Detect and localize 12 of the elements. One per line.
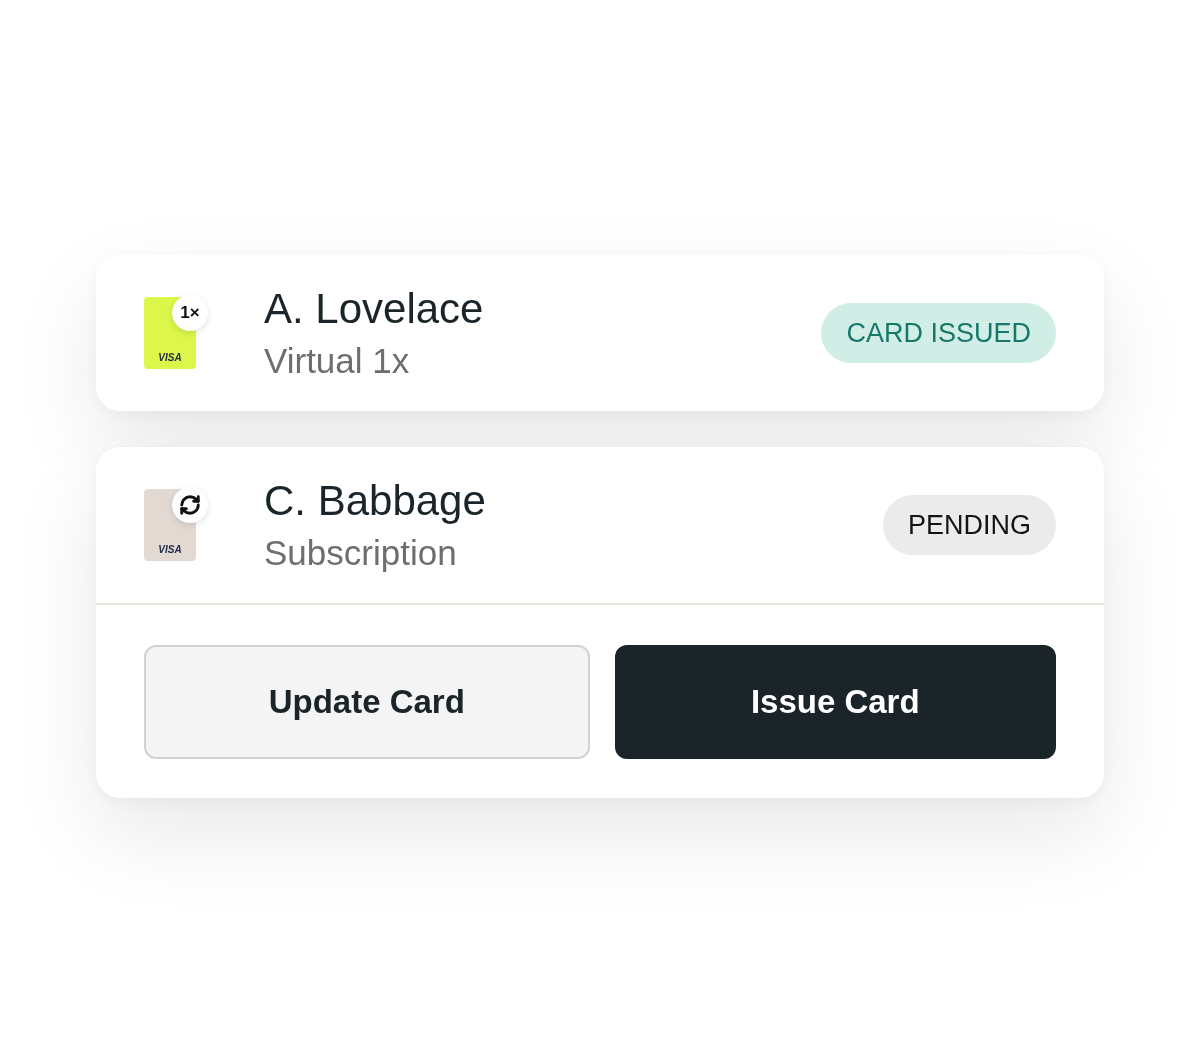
cardholder-name: A. Lovelace: [264, 284, 485, 334]
one-time-badge: 1×: [172, 295, 208, 331]
update-button[interactable]: Update Card: [144, 645, 590, 759]
cardholder-name: C. Babbage: [264, 476, 487, 526]
card-type: Virtual 1x: [264, 340, 411, 382]
status-badge: PENDING: [882, 495, 1056, 555]
card-type: Subscription: [264, 532, 458, 574]
refresh-icon: [172, 487, 208, 523]
issue-button[interactable]: Issue Card: [614, 645, 1056, 759]
card-network-label: VISA: [158, 544, 182, 556]
card-network-label: VISA: [158, 352, 182, 364]
status-badge: CARD ISSUED: [821, 303, 1056, 363]
